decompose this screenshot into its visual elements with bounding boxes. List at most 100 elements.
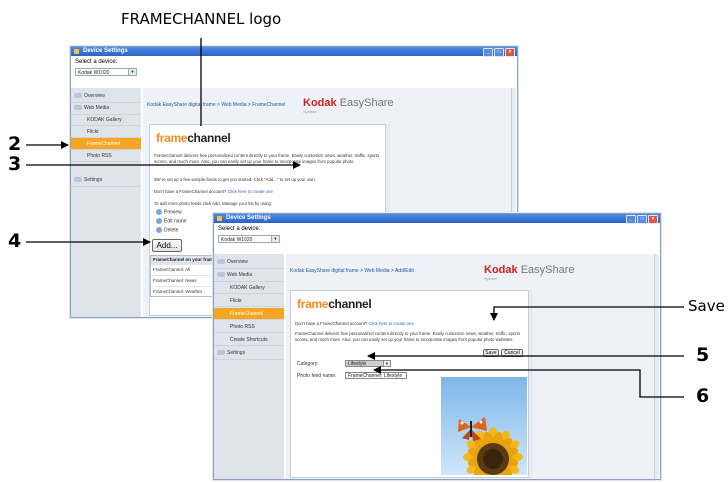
- option-label: Delete: [164, 227, 179, 234]
- window-title: Device Settings: [83, 48, 128, 54]
- close-icon[interactable]: ×: [505, 48, 515, 57]
- web-media-icon: [74, 105, 82, 111]
- edit-icon: [156, 218, 162, 224]
- list-item[interactable]: FrameChannel: News: [151, 275, 217, 286]
- option-delete: Delete: [156, 227, 178, 233]
- device-select-value: Kodak W1020: [221, 237, 253, 243]
- window-controls: _ □ ×: [626, 215, 658, 224]
- account-text: Don't have a FrameChannel account? Click…: [154, 189, 380, 195]
- feed-list-header: FrameChannel on your frame: [151, 256, 217, 264]
- sidebar-item-label: Web Media: [84, 105, 110, 111]
- sidebar-item-label: Web Media: [227, 272, 253, 278]
- logo-callout-label: FRAMECHANNEL logo: [121, 10, 282, 28]
- front-sidebar: Overview Web Media KODAK Gallery Flickr …: [214, 254, 284, 479]
- sidebar-item-label: KODAK Gallery: [87, 117, 122, 123]
- sidebar-item-settings[interactable]: Settings: [214, 347, 284, 360]
- web-media-icon: [217, 272, 225, 278]
- feed-name-input[interactable]: FrameChannel: Lifestyle: [345, 372, 407, 379]
- minimize-icon[interactable]: _: [483, 48, 493, 57]
- sidebar-item-overview[interactable]: Overview: [214, 256, 284, 269]
- logo-part-frame: frame: [297, 297, 329, 311]
- sidebar-item-kodak-gallery[interactable]: KODAK Gallery: [71, 114, 141, 126]
- sunflower-photo: [458, 417, 523, 475]
- overview-icon: [74, 93, 82, 99]
- option-preview: Preview: [156, 209, 182, 215]
- step-3-label: 3: [8, 153, 22, 175]
- description-text: FrameChannel delivers free personalized …: [154, 153, 380, 164]
- category-select[interactable]: Lifestyle ▼: [345, 360, 391, 367]
- description-text: FrameChannel delivers free personalized …: [295, 331, 521, 342]
- app-icon: [74, 49, 79, 54]
- preview-icon: [156, 209, 162, 215]
- sidebar-item-photo-rss[interactable]: Photo RSS: [214, 321, 284, 333]
- sidebar-item-web-media[interactable]: Web Media: [214, 269, 284, 282]
- framechannel-logo: framechannel: [156, 131, 231, 145]
- list-item[interactable]: FrameChannel: All: [151, 264, 217, 275]
- panel-scrollbar[interactable]: [528, 290, 533, 476]
- front-window: Device Settings _ □ × Select a device: K…: [213, 213, 661, 480]
- sidebar-item-framechannel[interactable]: FrameChannel: [71, 138, 141, 150]
- step-5-label: 5: [696, 344, 710, 366]
- sidebar-item-label: Overview: [84, 93, 105, 99]
- device-select[interactable]: Kodak W1020 ▼: [218, 235, 280, 243]
- device-select[interactable]: Kodak W1020 ▼: [75, 68, 137, 76]
- logo-part-frame: frame: [156, 131, 188, 145]
- back-window-titlebar: Device Settings _ □ ×: [71, 47, 517, 57]
- sidebar-item-label: FrameChannel: [87, 141, 121, 147]
- chevron-down-icon: ▼: [271, 236, 279, 242]
- sidebar-item-label: Photo RSS: [230, 324, 255, 330]
- window-controls: _ □ ×: [483, 48, 515, 57]
- brand-name: Kodak: [303, 97, 337, 109]
- sidebar-item-label: Settings: [84, 177, 103, 183]
- add-button[interactable]: Add...: [152, 239, 182, 252]
- sidebar-item-label: Flickr: [230, 298, 242, 304]
- sidebar-item-label: Overview: [227, 259, 248, 265]
- select-device-label: Select a device:: [218, 226, 261, 232]
- option-edit-name: Edit name: [156, 218, 187, 224]
- save-button[interactable]: Save: [483, 349, 499, 357]
- breadcrumb[interactable]: Kodak EasyShare digital frame > Web Medi…: [147, 102, 285, 108]
- sidebar-item-flickr[interactable]: Flickr: [71, 126, 141, 138]
- option-label: Preview: [164, 209, 182, 216]
- sidebar-item-photo-rss[interactable]: Photo RSS: [71, 150, 141, 162]
- step-6-label: 6: [696, 385, 710, 407]
- create-account-link[interactable]: Click here to create one: [227, 189, 272, 194]
- cancel-button[interactable]: Cancel: [501, 349, 523, 357]
- sidebar-item-label: FrameChannel: [230, 311, 264, 317]
- brand-sub: System: [303, 109, 317, 114]
- delete-icon: [156, 227, 162, 233]
- maximize-icon[interactable]: □: [494, 48, 504, 57]
- sidebar-item-create-shortcuts[interactable]: Create Shortcuts: [214, 334, 284, 346]
- back-sidebar: Overview Web Media KODAK Gallery Flickr …: [71, 88, 141, 317]
- create-account-link[interactable]: Click here to create one: [368, 321, 413, 326]
- close-icon[interactable]: ×: [648, 215, 658, 224]
- app-icon: [217, 216, 222, 221]
- option-label: Edit name: [164, 218, 187, 225]
- device-select-value: Kodak W1020: [78, 70, 110, 76]
- maximize-icon[interactable]: □: [637, 215, 647, 224]
- minimize-icon[interactable]: _: [626, 215, 636, 224]
- window-title: Device Settings: [226, 215, 271, 221]
- breadcrumb[interactable]: Kodak EasyShare digital frame > Web Medi…: [290, 268, 414, 274]
- chevron-down-icon: ▼: [128, 69, 136, 75]
- account-question: Don't have a FrameChannel account?: [295, 321, 368, 326]
- select-device-label: Select a device:: [75, 59, 118, 65]
- step-4-label: 4: [8, 230, 22, 252]
- list-item[interactable]: FrameChannel: Weather: [151, 286, 217, 297]
- kodak-easyshare-logo: Kodak EasyShare System: [303, 97, 394, 114]
- sample-feeds-text: We've set up a few sample feeds to get y…: [154, 177, 316, 182]
- sidebar-item-settings[interactable]: Settings: [71, 174, 141, 187]
- brand-product: EasyShare: [520, 264, 575, 276]
- chevron-down-icon: ▼: [383, 361, 390, 366]
- sidebar-item-label: Create Shortcuts: [230, 337, 268, 343]
- category-label: Category:: [297, 361, 319, 367]
- front-content: Kodak EasyShare digital frame > Web Medi…: [286, 254, 654, 479]
- sidebar-item-flickr[interactable]: Flickr: [214, 295, 284, 307]
- sidebar-item-label: Settings: [227, 350, 246, 356]
- settings-icon: [217, 350, 225, 356]
- window-scrollbar[interactable]: [654, 254, 659, 479]
- sidebar-item-framechannel[interactable]: FrameChannel: [214, 308, 284, 320]
- front-window-titlebar: Device Settings _ □ ×: [214, 214, 660, 224]
- sunflower-butterfly-image: [441, 377, 527, 475]
- sidebar-item-kodak-gallery[interactable]: KODAK Gallery: [214, 282, 284, 294]
